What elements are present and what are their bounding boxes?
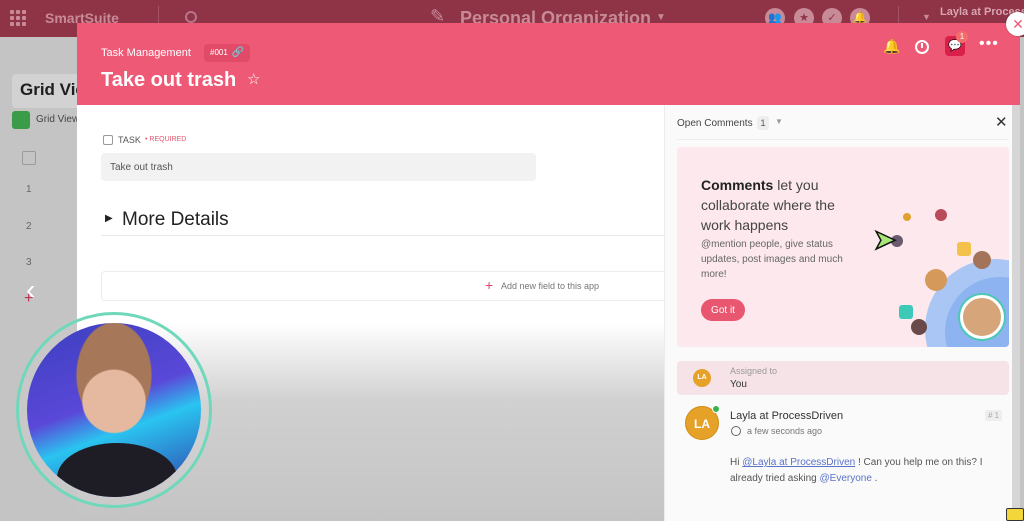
record-title[interactable]: Take out trash: [101, 69, 236, 92]
avatar-illustration: [935, 209, 947, 221]
comment-author[interactable]: Layla at ProcessDriven: [730, 410, 843, 422]
row-number: 2: [26, 221, 32, 232]
close-icon[interactable]: ✕: [995, 113, 1008, 131]
got-it-button[interactable]: Got it: [701, 299, 745, 321]
comments-badge: 1: [956, 31, 968, 43]
avatar-illustration: [960, 295, 1004, 339]
chat-bubble-illustration: [899, 305, 913, 319]
avatar-illustration: [911, 319, 927, 335]
comment-text: Hi: [730, 457, 743, 468]
comments-count: 1: [757, 116, 769, 130]
star-icon[interactable]: ☆: [247, 70, 260, 88]
chevron-down-icon[interactable]: ▼: [922, 12, 931, 22]
caret-right-icon[interactable]: ▶: [105, 213, 113, 224]
record-id-badge[interactable]: #001 🔗: [204, 44, 251, 62]
plus-icon: +: [485, 277, 494, 293]
mention-link[interactable]: @Layla at ProcessDriven: [742, 457, 855, 468]
scrollbar[interactable]: [1012, 105, 1020, 521]
mention-link[interactable]: @Everyone: [820, 473, 872, 484]
comments-promo-card: Comments let you collaborate where the w…: [677, 147, 1009, 347]
text-field-icon: [103, 135, 113, 145]
required-marker: • REQUIRED: [145, 136, 187, 143]
comment-item: LA Layla at ProcessDriven # 1 a few seco…: [677, 400, 1009, 500]
clock-icon: [731, 426, 741, 436]
close-modal-icon[interactable]: ✕: [1006, 12, 1024, 36]
comment-timestamp: a few seconds ago: [747, 426, 823, 436]
chevron-down-icon[interactable]: ▼: [775, 117, 783, 126]
record-id: #001: [210, 48, 228, 57]
divider: [101, 235, 664, 236]
record-header: Task Management #001 🔗 Take out trash ☆ …: [77, 23, 1020, 105]
app-breadcrumb[interactable]: Task Management: [101, 47, 191, 59]
promo-headline-bold: Comments: [701, 177, 774, 193]
row-number: 1: [26, 184, 32, 195]
avatar-illustration: [903, 213, 911, 221]
grid-view-icon[interactable]: [12, 111, 30, 129]
row-number: 3: [26, 257, 32, 268]
comment-body: Hi @Layla at ProcessDriven ! Can you hel…: [730, 455, 1005, 487]
promo-headline: Comments let you collaborate where the w…: [701, 175, 861, 235]
cursor-icon: ➤: [872, 223, 897, 256]
avatar-illustration: [973, 251, 991, 269]
online-status-dot: [712, 405, 720, 413]
grid-view-tab[interactable]: Grid View: [36, 114, 79, 125]
add-field-label: Add new field to this app: [501, 281, 600, 291]
add-field-button[interactable]: + Add new field to this app: [101, 271, 671, 301]
bell-icon[interactable]: 🔔: [883, 38, 900, 55]
comment-number: # 1: [985, 410, 1003, 421]
avatar: LA: [693, 369, 711, 387]
video-play-icon: [1006, 508, 1024, 521]
promo-subtext: @mention people, give status updates, po…: [701, 239, 843, 280]
assignment-event: LA Assigned to You: [677, 361, 1009, 395]
clock-icon[interactable]: [915, 40, 929, 54]
assigned-label: Assigned to: [730, 366, 778, 376]
previous-record-icon[interactable]: ‹: [26, 274, 35, 306]
comments-filter[interactable]: Open Comments: [677, 118, 753, 129]
avatar-illustration: [925, 269, 947, 291]
assigned-value: You: [730, 379, 747, 390]
more-icon[interactable]: •••: [979, 35, 999, 53]
comments-panel: Open Comments 1 ▼ ✕ Comments let you col…: [664, 105, 1020, 521]
chat-bubble-illustration: [957, 242, 971, 256]
task-input[interactable]: [101, 153, 536, 181]
chevron-down-icon[interactable]: ▼: [656, 12, 666, 23]
select-all-checkbox[interactable]: [22, 151, 36, 165]
apps-grid-icon[interactable]: [10, 10, 26, 26]
record-modal: Task Management #001 🔗 Take out trash ☆ …: [77, 23, 1020, 521]
link-icon: 🔗: [231, 47, 245, 58]
divider: [677, 139, 1009, 140]
webcam-video: [27, 323, 201, 497]
search-icon[interactable]: [185, 11, 197, 23]
more-details-toggle[interactable]: More Details: [122, 209, 229, 231]
task-field-label: TASK: [118, 135, 141, 145]
comment-text: .: [871, 473, 878, 484]
